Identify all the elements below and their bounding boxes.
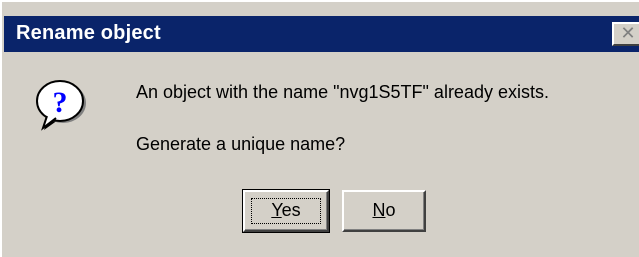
message-line-1: An object with the name "nvg1S5TF" alrea… [136, 82, 549, 102]
title-bar[interactable]: Rename object ✕ [4, 16, 639, 52]
question-icon: ? [36, 80, 86, 131]
svg-text:?: ? [53, 86, 68, 119]
rename-object-dialog: Rename object ✕ ? An object with the nam… [0, 0, 639, 257]
no-mnemonic: N [372, 200, 386, 220]
close-icon: ✕ [620, 23, 636, 44]
no-button[interactable]: No [342, 190, 426, 232]
close-button[interactable]: ✕ [612, 22, 639, 46]
window-title: Rename object [16, 22, 161, 44]
focus-rectangle [251, 198, 321, 224]
no-label-rest: o [385, 200, 396, 220]
yes-button[interactable]: Yes [242, 189, 330, 233]
message-line-2: Generate a unique name? [136, 134, 346, 154]
